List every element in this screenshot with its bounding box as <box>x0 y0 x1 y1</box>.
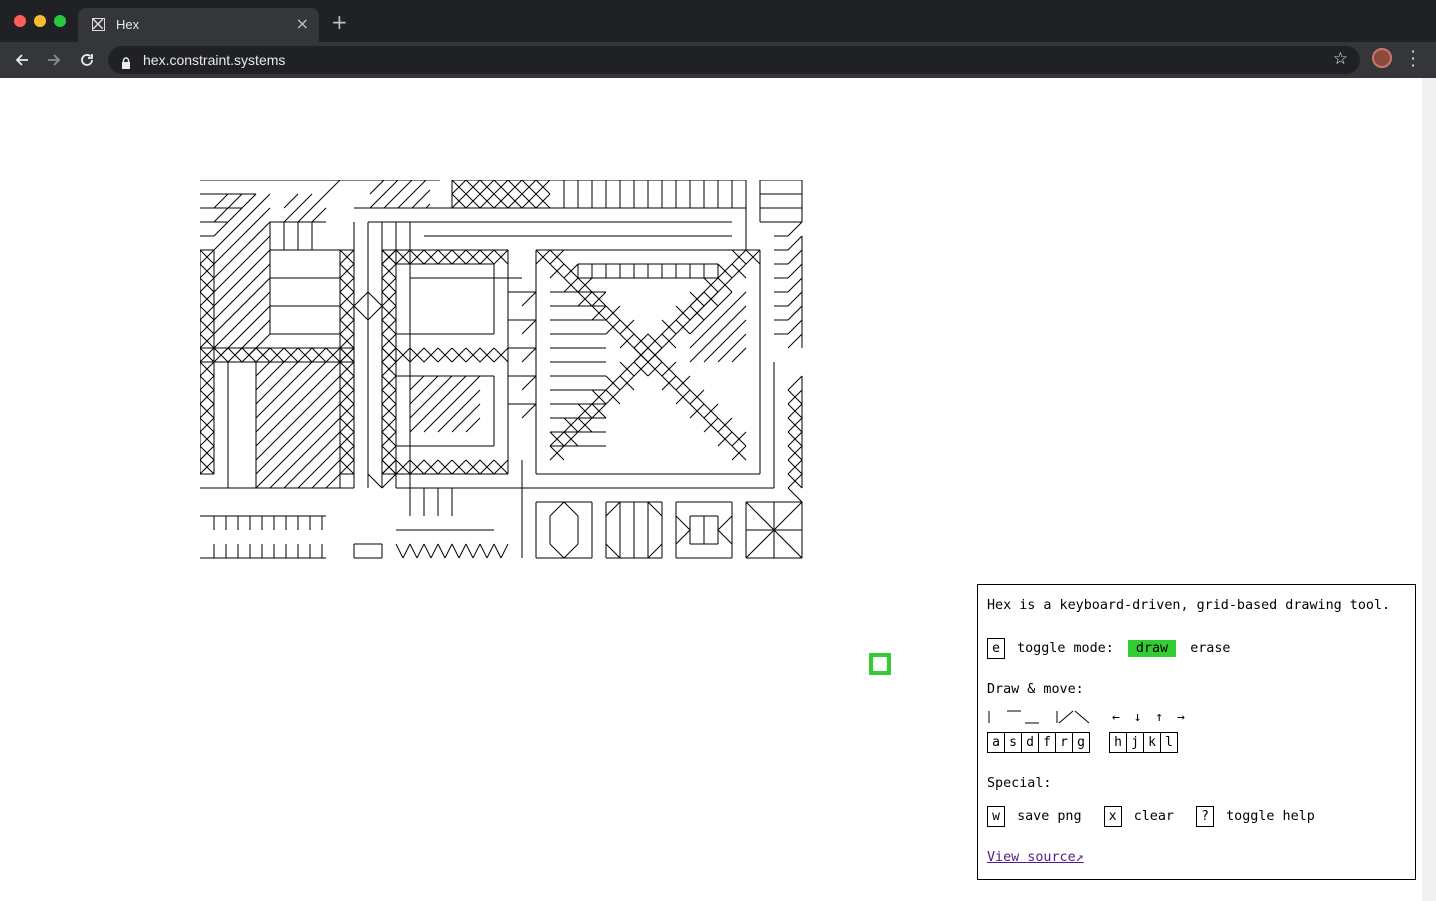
url-text: hex.constraint.systems <box>143 52 286 68</box>
browser-titlebar: Hex × + <box>0 0 1436 42</box>
lock-icon <box>121 54 131 69</box>
browser-tab[interactable]: Hex × <box>78 8 319 42</box>
mode-erase[interactable]: erase <box>1190 641 1230 656</box>
profile-avatar[interactable] <box>1372 48 1392 68</box>
browser-menu-icon[interactable]: · · · <box>1406 44 1420 74</box>
save-png-label: save png <box>1017 809 1082 824</box>
view-source-row: View source↗ <box>987 850 1084 865</box>
draw-keys: a s d f r g <box>987 732 1090 753</box>
key-j[interactable]: j <box>1126 732 1144 753</box>
key-l[interactable]: l <box>1160 732 1178 753</box>
move-keys: h j k l <box>1109 732 1178 753</box>
key-s[interactable]: s <box>1004 732 1022 753</box>
key-w[interactable]: w <box>987 806 1005 827</box>
key-a[interactable]: a <box>987 732 1005 753</box>
key-k[interactable]: k <box>1143 732 1161 753</box>
help-intro: Hex is a keyboard-driven, grid-based dra… <box>987 598 1391 613</box>
reload-icon[interactable] <box>76 49 98 71</box>
special-row: w save png x clear ? toggle help <box>987 806 1315 827</box>
key-r[interactable]: r <box>1055 732 1073 753</box>
key-g[interactable]: g <box>1072 732 1090 753</box>
scrollbar[interactable] <box>1422 78 1436 901</box>
move-arrows: ← ↓ ↑ → <box>1112 710 1188 725</box>
key-d[interactable]: d <box>1021 732 1039 753</box>
address-bar[interactable]: hex.constraint.systems ☆ <box>108 46 1360 74</box>
tab-close-icon[interactable]: × <box>296 14 309 33</box>
new-tab-button[interactable]: + <box>331 12 348 32</box>
bookmark-star-icon[interactable]: ☆ <box>1333 49 1348 69</box>
window-minimize-button[interactable] <box>34 15 46 27</box>
key-x[interactable]: x <box>1103 806 1122 827</box>
drawing-canvas[interactable] <box>200 180 804 560</box>
key-h[interactable]: h <box>1109 732 1127 753</box>
help-panel: Hex is a keyboard-driven, grid-based dra… <box>977 584 1416 880</box>
key-f[interactable]: f <box>1038 732 1056 753</box>
key-question[interactable]: ? <box>1196 806 1215 827</box>
forward-arrow-icon[interactable] <box>43 49 65 71</box>
window-close-button[interactable] <box>14 15 26 27</box>
key-e[interactable]: e <box>987 638 1005 659</box>
drawing-cursor <box>869 653 891 675</box>
draw-glyphs-icon <box>988 710 1090 724</box>
hex-favicon-icon <box>92 18 105 31</box>
mode-draw[interactable]: draw <box>1127 640 1177 657</box>
clear-label: clear <box>1133 809 1174 824</box>
toggle-mode-label: toggle mode: <box>1017 641 1114 656</box>
draw-move-heading: Draw & move: <box>987 682 1084 697</box>
view-source-link[interactable]: View source↗ <box>987 850 1084 865</box>
toggle-mode-row: e toggle mode: draw erase <box>987 638 1231 659</box>
window-maximize-button[interactable] <box>54 15 66 27</box>
toggle-help-label: toggle help <box>1226 809 1315 824</box>
back-arrow-icon[interactable] <box>11 49 33 71</box>
browser-toolbar: hex.constraint.systems ☆ <box>0 42 1436 78</box>
tab-title: Hex <box>116 17 140 32</box>
special-heading: Special: <box>987 776 1052 791</box>
